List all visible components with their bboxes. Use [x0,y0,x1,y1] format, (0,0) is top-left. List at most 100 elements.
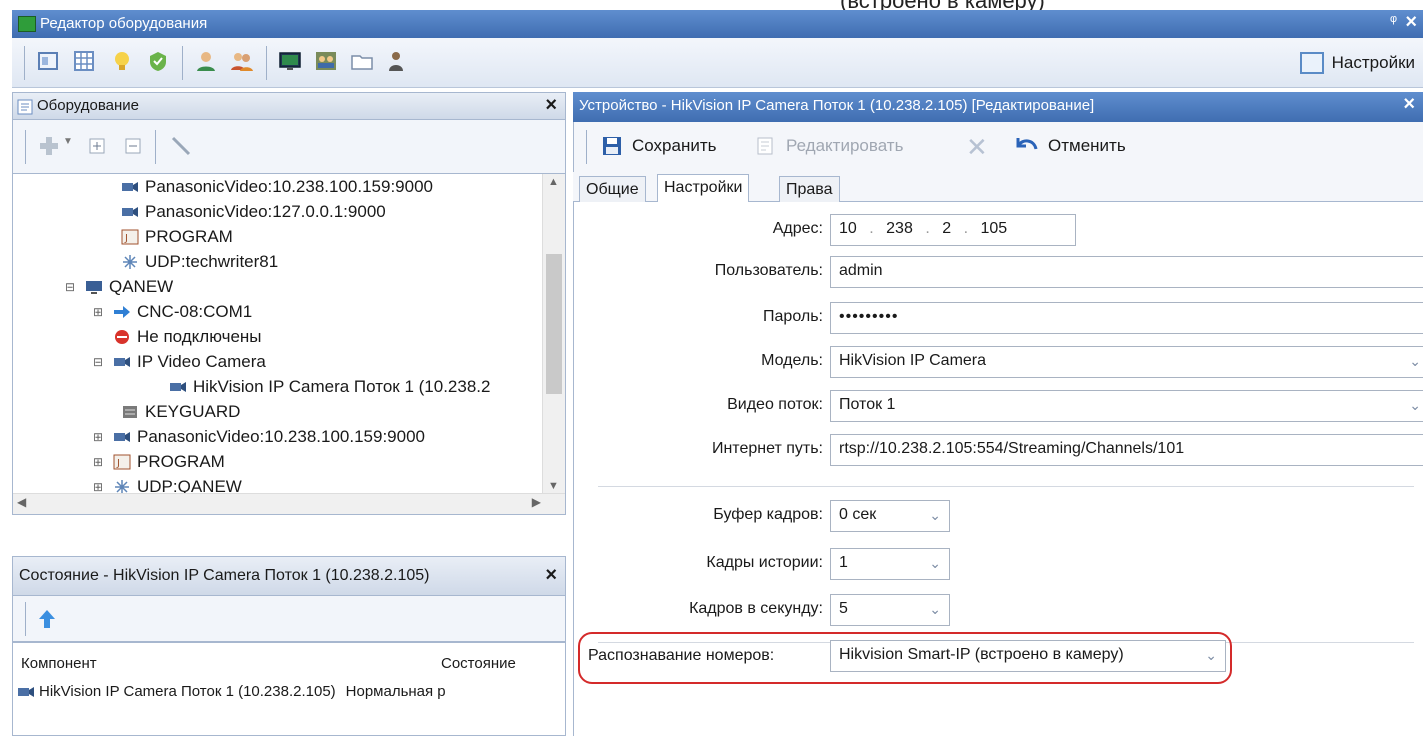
tree-item[interactable]: ⊞ J PROGRAM [93,452,225,472]
save-icon [603,137,621,155]
tree-item-selected[interactable]: HikVision IP Camera Поток 1 (10.238.2 [169,377,490,397]
tree-item-label: UDP:techwriter81 [145,252,279,271]
tree-item[interactable]: UDP:techwriter81 [121,252,278,272]
tree-item[interactable]: PanasonicVideo:10.238.100.159:9000 [121,177,433,197]
column-header-component[interactable]: Компонент [21,655,97,672]
network-icon [123,255,137,269]
user-field[interactable]: admin [830,256,1423,288]
tab-rights[interactable]: Права [779,176,840,203]
chevron-down-icon[interactable]: ▼ [63,136,73,147]
tree-item[interactable]: J PROGRAM [121,227,233,247]
expand-icon[interactable]: ⊞ [93,455,107,469]
fps-value: 5 [839,600,848,617]
tree-item-label: QANEW [109,277,174,296]
arrow-up-icon[interactable] [35,607,59,631]
password-field[interactable]: ••••••••• [830,302,1423,334]
toolbar-separator [266,46,267,80]
device-toolbar: Сохранить Редактировать ✕ Отменить [573,122,1423,172]
fps-select[interactable]: 5 ⌄ [830,594,950,626]
ip-octet-3: 2 [942,220,952,237]
scroll-right-icon[interactable]: ▶ [532,495,541,509]
settings-label: Настройки [1331,53,1415,72]
device-panel-title: Устройство - HikVision IP Camera Поток 1… [579,97,1095,114]
equipment-panel-close-icon[interactable]: × [545,94,557,117]
lpr-select[interactable]: Hikvision Smart-IP (встроено в камеру) ⌄ [830,640,1226,672]
state-table: Компонент Состояние HikVision IP Camera … [12,642,566,736]
tree-item[interactable]: ⊞ CNC-08:COM1 [93,302,252,322]
pin-icon[interactable]: ᵠ [1390,13,1397,31]
row-component: HikVision IP Camera Поток 1 (10.238.2.10… [39,683,336,700]
tree-item[interactable]: PanasonicVideo:127.0.0.1:9000 [121,202,386,222]
save-button[interactable]: Сохранить [602,136,716,156]
column-header-state[interactable]: Состояние [441,655,516,672]
tab-settings[interactable]: Настройки [657,174,750,204]
delete-icon[interactable]: ✕ [966,132,988,163]
buffer-select[interactable]: 0 сек ⌄ [830,500,950,532]
device-panel-close-icon[interactable]: × [1403,93,1415,116]
collapse-icon[interactable]: ⊟ [93,355,107,369]
url-field[interactable]: rtsp://10.238.2.105:554/Streaming/Channe… [830,434,1423,466]
scroll-up-icon[interactable]: ▲ [548,176,559,188]
tree-item-label: PanasonicVideo:10.238.100.159:9000 [137,427,425,446]
stream-label: Видео поток: [727,396,823,413]
chevron-down-icon: ⌄ [929,555,941,571]
expand-icon[interactable]: ⊞ [93,430,107,444]
scroll-down-icon[interactable]: ▼ [548,480,559,492]
table-row[interactable]: HikVision IP Camera Поток 1 (10.238.2.10… [17,683,446,700]
collapse-icon[interactable]: ⊟ [65,280,79,294]
monitor-icon[interactable] [278,49,302,73]
collapse-all-icon[interactable] [121,134,145,158]
tree-item[interactable]: KEYGUARD [121,402,240,422]
tree-vertical-scrollbar[interactable]: ▲ ▼ [542,174,565,494]
scroll-thumb[interactable] [546,254,562,394]
add-device-icon[interactable] [37,134,61,158]
password-label: Пароль: [763,308,823,325]
equipment-panel-header: Оборудование × [12,92,566,120]
tab-general[interactable]: Общие [579,176,646,203]
window-close-icon[interactable]: × [1405,11,1417,34]
tree-item[interactable]: ⊞ PanasonicVideo:10.238.100.159:9000 [93,427,425,447]
bulb-icon[interactable] [110,49,134,73]
chevron-down-icon: ⌄ [1205,647,1217,663]
scroll-left-icon[interactable]: ◀ [17,495,26,509]
person-icon[interactable] [384,49,408,73]
tree-item[interactable]: ⊟ QANEW [65,277,173,297]
tree-item-label: PanasonicVideo:127.0.0.1:9000 [145,202,386,221]
grid-icon[interactable] [72,49,96,73]
edit-button[interactable]: Редактировать [756,136,903,156]
folder-icon[interactable] [350,49,374,73]
tree-item[interactable]: Не подключены [113,327,262,347]
tree-item[interactable]: ⊟ IP Video Camera [93,352,266,372]
chevron-down-icon: ⌄ [1409,353,1421,369]
state-panel-header: Состояние - HikVision IP Camera Поток 1 … [12,556,566,596]
expand-icon[interactable]: ⊞ [93,305,107,319]
wand-icon[interactable] [169,134,193,158]
camera-icon [114,357,130,367]
tree-item-label: HikVision IP Camera Поток 1 (10.238.2 [193,377,491,396]
settings-icon [1299,52,1324,74]
stream-select[interactable]: Поток 1 ⌄ [830,390,1423,422]
group-icon[interactable] [314,49,338,73]
users-icon[interactable] [230,49,254,73]
expand-all-icon[interactable] [85,134,109,158]
ip-dot: . [963,220,969,237]
panel-icon[interactable] [36,49,60,73]
ip-dot: . [869,220,874,237]
lpr-value: Hikvision Smart-IP (встроено в камеру) [839,646,1124,663]
toolbar-separator [155,130,156,164]
settings-button[interactable]: Настройки [1299,52,1415,74]
history-select[interactable]: 1 ⌄ [830,548,950,580]
model-label: Модель: [761,352,823,369]
history-label: Кадры истории: [706,554,823,571]
model-select[interactable]: HikVision IP Camera ⌄ [830,346,1423,378]
state-panel-title: Состояние - HikVision IP Camera Поток 1 … [19,567,430,584]
ip-dot: . [925,220,930,237]
address-field[interactable]: 10 . 238 . 2 . 105 [830,214,1076,246]
shield-icon[interactable] [146,49,170,73]
state-panel-close-icon[interactable]: × [545,564,557,587]
keyguard-icon [123,406,137,418]
expand-icon[interactable]: ⊞ [93,480,107,494]
tree-horizontal-scrollbar[interactable]: ◀ ▶ [13,493,565,514]
cancel-button[interactable]: Отменить [1016,136,1126,156]
user-icon[interactable] [194,49,218,73]
